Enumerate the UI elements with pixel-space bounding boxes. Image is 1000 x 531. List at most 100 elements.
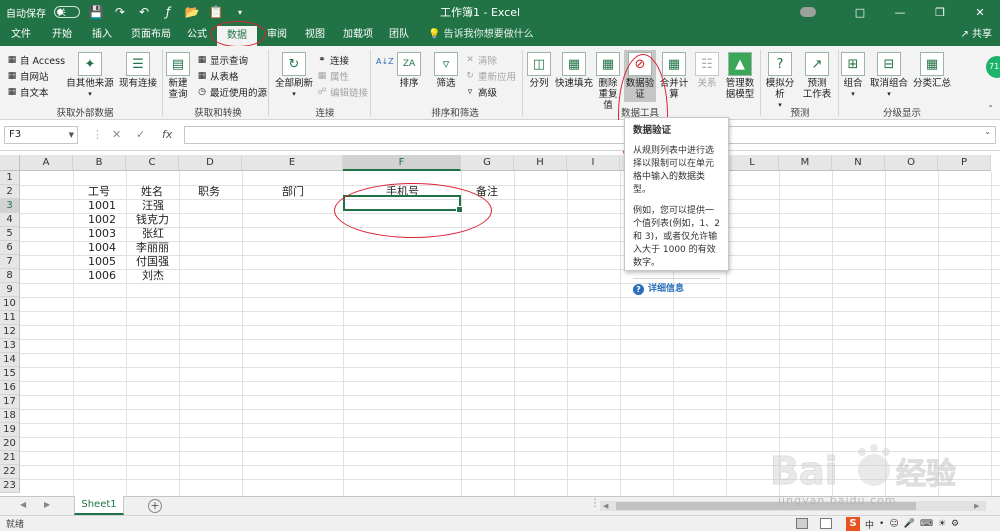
name-box-dropdown-icon[interactable]: ▼ [69, 127, 74, 143]
row-header-13[interactable]: 13 [0, 339, 20, 353]
relationships-button[interactable]: ☷ 关系 [694, 52, 720, 89]
cell-c5[interactable]: 张红 [142, 227, 164, 241]
forecast-sheet-button[interactable]: ↗ 预测 工作表 [800, 52, 834, 100]
refresh-all-button[interactable]: ↻ 全部刷新 ▾ [272, 52, 316, 100]
share-button[interactable]: ↗ 共享 [960, 24, 992, 46]
add-sheet-button[interactable]: + [148, 499, 162, 513]
tell-me-more-link[interactable]: ? 详细信息 [633, 278, 720, 296]
from-text-button[interactable]: ▦ 自文本 [6, 84, 49, 99]
sogou-input-icon[interactable]: S [846, 517, 860, 531]
account-avatar[interactable] [800, 7, 816, 17]
tab-home[interactable]: 开始 [44, 24, 80, 46]
ungroup-button[interactable]: ⊟ 取消组合 ▾ [868, 52, 910, 100]
row-header-11[interactable]: 11 [0, 311, 20, 325]
cell-b7[interactable]: 1005 [88, 255, 116, 269]
row-header-3[interactable]: 3 [0, 199, 20, 213]
column-header-o[interactable]: O [885, 155, 938, 171]
tab-addins[interactable]: 加载项 [336, 24, 380, 46]
tab-page-layout[interactable]: 页面布局 [124, 24, 178, 46]
cell-c2[interactable]: 姓名 [141, 185, 163, 199]
text-to-columns-button[interactable]: ◫ 分列 [526, 52, 552, 89]
sheet-tab-sheet1[interactable]: Sheet1 [74, 496, 124, 515]
row-header-2[interactable]: 2 [0, 185, 20, 199]
row-header-14[interactable]: 14 [0, 353, 20, 367]
scroll-sheets-right-icon[interactable]: ▶ [44, 500, 50, 509]
microphone-icon[interactable]: 🎤 [904, 519, 915, 529]
cell-c7[interactable]: 付国强 [136, 255, 169, 269]
from-web-button[interactable]: ▦ 自网站 [6, 68, 49, 83]
clear-filter-button[interactable]: ✕ 清除 [464, 52, 497, 67]
sort-button[interactable]: ZA 排序 [396, 52, 422, 89]
row-header-20[interactable]: 20 [0, 437, 20, 451]
collapse-ribbon-icon[interactable]: ⌃ [987, 104, 994, 113]
row-header-4[interactable]: 4 [0, 213, 20, 227]
input-language[interactable]: 中 [865, 518, 874, 531]
row-header-5[interactable]: 5 [0, 227, 20, 241]
cell-c6[interactable]: 李丽丽 [136, 241, 169, 255]
flash-fill-button[interactable]: ▦ 快速填充 [554, 52, 594, 89]
redo-icon[interactable]: ↷ [112, 4, 128, 20]
punctuation-icon[interactable]: • [879, 519, 884, 529]
page-layout-view-icon[interactable] [820, 518, 832, 529]
column-header-h[interactable]: H [514, 155, 567, 171]
scroll-sheets-left-icon[interactable]: ◀ [20, 500, 26, 509]
column-header-p[interactable]: P [938, 155, 991, 171]
tell-me-search[interactable]: 💡 告诉我你想要做什么 [428, 24, 534, 46]
row-header-18[interactable]: 18 [0, 409, 20, 423]
advanced-filter-button[interactable]: ▿ 高级 [464, 84, 497, 99]
cell-b4[interactable]: 1002 [88, 213, 116, 227]
row-header-10[interactable]: 10 [0, 297, 20, 311]
close-icon[interactable]: ✕ [960, 0, 1000, 24]
edit-links-button[interactable]: ☍ 编辑链接 [316, 84, 368, 99]
normal-view-icon[interactable] [796, 518, 808, 529]
select-all-corner[interactable] [0, 155, 20, 171]
tab-formulas[interactable]: 公式 [180, 24, 214, 46]
column-header-a[interactable]: A [20, 155, 73, 171]
existing-connections-button[interactable]: ☰ 现有连接 [118, 52, 158, 89]
undo-icon[interactable]: ↶ [136, 4, 152, 20]
cell-d2[interactable]: 职务 [198, 185, 220, 199]
open-folder-icon[interactable]: 📂 [184, 4, 200, 20]
worksheet-grid[interactable]: A B C D E F G H I J K L M N O P 1 2 3 4 … [0, 151, 1000, 496]
properties-button[interactable]: ▦ 属性 [316, 68, 349, 83]
filter-button[interactable]: ▿ 筛选 [432, 52, 460, 89]
cell-b6[interactable]: 1004 [88, 241, 116, 255]
keyboard-icon[interactable]: ⌨ [920, 519, 933, 529]
minimize-icon[interactable]: — [880, 0, 920, 24]
manage-data-model-button[interactable]: ▲ 管理数 据模型 [722, 52, 758, 100]
emoji-icon[interactable]: ☺ [889, 519, 898, 529]
column-header-l[interactable]: L [726, 155, 779, 171]
column-header-c[interactable]: C [126, 155, 179, 171]
cell-b3[interactable]: 1001 [88, 199, 116, 213]
column-header-n[interactable]: N [832, 155, 885, 171]
reapply-button[interactable]: ↻ 重新应用 [464, 68, 516, 83]
row-header-8[interactable]: 8 [0, 269, 20, 283]
row-header-16[interactable]: 16 [0, 381, 20, 395]
cell-e2[interactable]: 部门 [282, 185, 304, 199]
column-header-b[interactable]: B [73, 155, 126, 171]
recent-sources-button[interactable]: ◷ 最近使用的源 [196, 84, 267, 99]
name-box[interactable]: F3 ▼ [4, 126, 78, 144]
expand-formula-icon[interactable]: ⌄ [984, 127, 991, 136]
cell-b5[interactable]: 1003 [88, 227, 116, 241]
row-header-1[interactable]: 1 [0, 171, 20, 185]
confirm-entry-button[interactable]: ✓ [136, 126, 145, 144]
sort-az-button[interactable]: A↓Z [376, 54, 394, 69]
tab-insert[interactable]: 插入 [84, 24, 120, 46]
row-header-19[interactable]: 19 [0, 423, 20, 437]
tab-team[interactable]: 团队 [382, 24, 416, 46]
column-header-e[interactable]: E [242, 155, 343, 171]
cell-b2[interactable]: 工号 [88, 185, 110, 199]
row-header-9[interactable]: 9 [0, 283, 20, 297]
save-icon[interactable]: 💾 [88, 4, 104, 20]
skin-icon[interactable]: ☀ [938, 519, 946, 529]
show-queries-button[interactable]: ▦ 显示查询 [196, 52, 248, 67]
scroll-right-icon[interactable]: ▶ [974, 502, 979, 510]
column-header-f[interactable]: F [343, 155, 461, 171]
customize-qat-icon[interactable]: ▾ [232, 4, 248, 20]
from-access-button[interactable]: ▦ 自 Access [6, 52, 65, 67]
tab-file[interactable]: 文件 [4, 24, 38, 46]
cell-c8[interactable]: 刘杰 [142, 269, 164, 283]
row-header-21[interactable]: 21 [0, 451, 20, 465]
cell-c4[interactable]: 钱克力 [136, 213, 169, 227]
